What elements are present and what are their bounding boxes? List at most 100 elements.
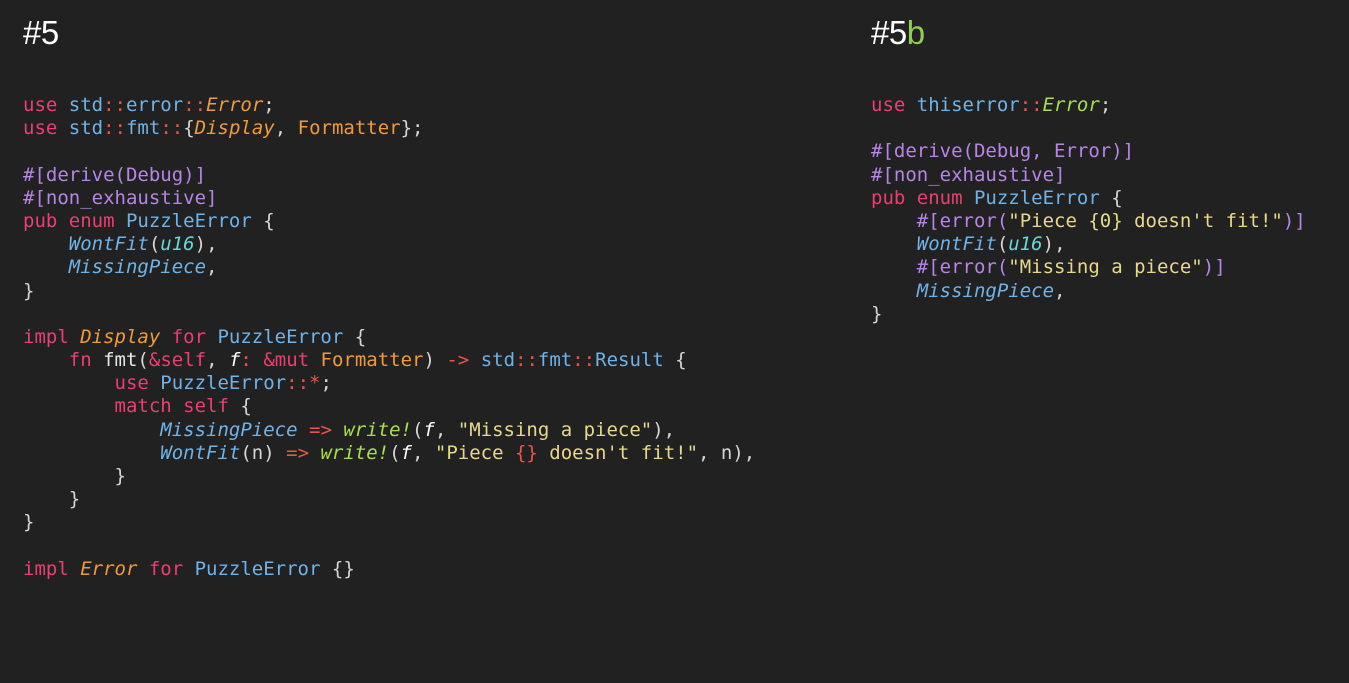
code-token: ::: [1019, 94, 1043, 116]
code-token: fmt: [125, 117, 161, 140]
code-token: {: [240, 395, 252, 418]
code-token: , n),: [698, 441, 756, 464]
code-line: #[non_exhaustive]: [23, 187, 755, 210]
code-token: }: [68, 488, 81, 511]
code-token: ->: [446, 349, 481, 372]
code-line: MissingPiece,: [871, 280, 1306, 303]
code-token: WontFit: [916, 233, 997, 256]
code-token: error: [125, 94, 184, 116]
code-token: u16: [1008, 233, 1043, 256]
code-line: match self {: [23, 395, 755, 418]
code-token: ,: [434, 418, 458, 441]
code-token: {: [663, 349, 687, 372]
code-token: ::: [572, 349, 596, 372]
code-token: u16: [160, 233, 195, 256]
code-token: MissingPiece: [68, 256, 207, 279]
code-token: Result: [595, 349, 664, 372]
code-line: WontFit(u16),: [871, 233, 1306, 256]
code-line: #[derive(Debug, Error)]: [871, 140, 1306, 163]
code-token: =>: [274, 441, 321, 464]
code-token: Error: [1042, 94, 1100, 116]
code-line: WontFit(u16),: [23, 233, 755, 256]
code-token: std: [68, 117, 104, 140]
code-token: ::: [103, 94, 126, 116]
code-token: write!: [343, 418, 412, 441]
code-line: impl Display for PuzzleError {: [23, 326, 755, 349]
right-code-block: use thiserror::Error; #[derive(Debug, Err…: [871, 94, 1306, 326]
code-line: impl Error for PuzzleError {}: [23, 558, 755, 581]
code-token: }: [114, 465, 126, 487]
code-token: ),: [652, 418, 676, 441]
code-token: "Piece {0} doesn't fit!": [1008, 209, 1283, 232]
code-token: )]: [1282, 209, 1306, 232]
code-token: #[error(: [916, 209, 1009, 232]
code-token: Display: [194, 117, 275, 140]
code-token: ;: [1099, 94, 1112, 116]
code-line: #[error("Missing a piece")]: [871, 256, 1306, 279]
code-token: };: [400, 117, 424, 140]
code-token: pub enum: [23, 209, 126, 232]
code-token: =>: [297, 418, 344, 441]
code-token: {: [183, 117, 195, 140]
code-token: )]: [1202, 256, 1226, 279]
code-token: ),: [1042, 233, 1066, 256]
code-token: WontFit: [68, 233, 149, 256]
code-token: ::: [103, 117, 126, 140]
left-heading: #5: [23, 14, 59, 52]
code-token: ;: [320, 372, 332, 395]
code-token: ::*: [286, 372, 321, 395]
code-token: write!: [320, 441, 390, 464]
code-token: doesn't fit!": [537, 441, 699, 464]
code-line: use std::error::Error;: [23, 94, 755, 117]
code-token: PuzzleError: [973, 186, 1100, 209]
code-token: fn: [68, 349, 104, 372]
code-line: #[non_exhaustive]: [871, 164, 1306, 187]
code-token: use: [871, 94, 917, 116]
code-token: use: [23, 117, 69, 140]
code-token: f: [228, 349, 241, 372]
code-token: match self: [114, 395, 241, 418]
code-line: MissingPiece,: [23, 256, 755, 279]
code-token: impl: [23, 557, 81, 580]
code-token: (: [137, 349, 149, 372]
code-token: :: [240, 349, 264, 372]
code-token: for: [137, 557, 195, 580]
code-token: ,: [206, 349, 229, 372]
code-token: }: [23, 279, 35, 302]
code-token: Display: [80, 325, 161, 348]
code-token: #[non_exhaustive]: [23, 186, 218, 209]
code-token: (: [148, 233, 161, 256]
code-token: #[error(: [916, 256, 1009, 279]
code-token: {}: [320, 557, 355, 580]
right-heading-suffix: b: [906, 14, 925, 51]
code-token: ;: [263, 94, 275, 116]
code-token: (: [411, 418, 424, 441]
code-token: ::: [515, 349, 538, 372]
code-token: fmt: [103, 349, 138, 372]
code-token: WontFit: [160, 441, 241, 464]
code-token: f: [423, 418, 435, 441]
code-token: {: [1099, 186, 1123, 209]
right-heading: #5b: [871, 14, 925, 52]
code-line: }: [23, 511, 755, 534]
code-token: {}: [514, 441, 538, 464]
code-line: pub enum PuzzleError {: [23, 210, 755, 233]
code-token: #[non_exhaustive]: [871, 163, 1066, 186]
code-token: use: [114, 372, 161, 395]
code-token: ::: [183, 94, 207, 116]
